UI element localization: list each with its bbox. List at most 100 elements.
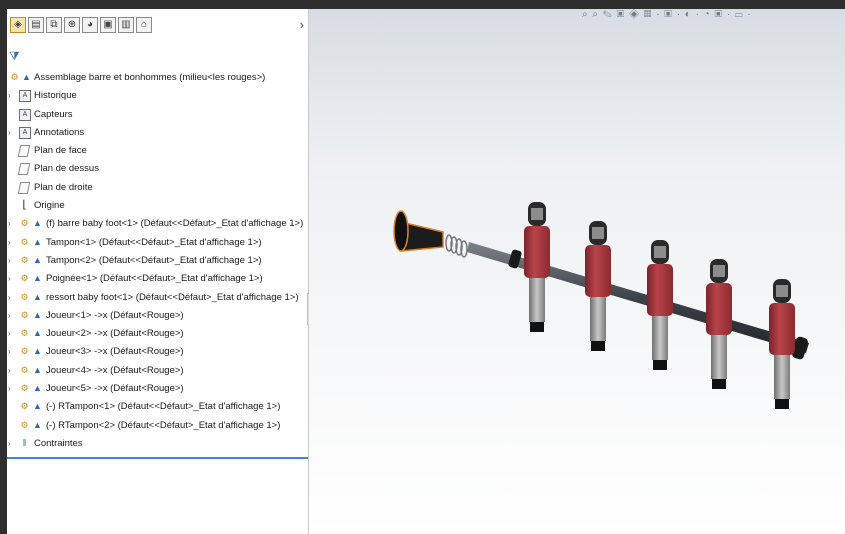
folder-icon: A xyxy=(19,127,31,139)
tree-item-label: Assemblage barre et bonhommes (milieu<le… xyxy=(34,69,265,87)
display-state-icon: ▲ xyxy=(32,237,43,248)
display-state-icon: ▲ xyxy=(32,292,43,303)
expand-chevron-icon[interactable]: › xyxy=(8,252,11,270)
tree-item[interactable]: ACapteurs xyxy=(7,106,308,124)
dimxpert-tab-icon[interactable]: ⊕ xyxy=(64,17,80,33)
expand-chevron-icon[interactable]: › xyxy=(8,234,11,252)
display-state-icon: ▲ xyxy=(32,383,43,394)
tree-item-label: Joueur<2> ->x (Défaut<Rouge>) xyxy=(46,325,184,343)
tree-item-label: Origine xyxy=(34,197,65,215)
folder-icon: A xyxy=(19,109,31,121)
part-icon: ⚙ xyxy=(19,401,30,412)
tree-item[interactable]: › ⚙▲Joueur<1> ->x (Défaut<Rouge>) xyxy=(7,307,308,325)
expand-chevron-icon[interactable]: › xyxy=(8,380,11,398)
title-strip xyxy=(7,0,845,9)
assembly-model[interactable] xyxy=(309,9,845,534)
expand-chevron-icon[interactable]: › xyxy=(8,362,11,380)
expand-chevron-icon[interactable]: › xyxy=(8,307,11,325)
display-state-icon: ▲ xyxy=(32,420,43,431)
tree-item[interactable]: › ⚙▲Tampon<1> (Défaut<<Défaut>_Etat d'aff… xyxy=(7,234,308,252)
tree-filter-icon[interactable]: ⧩ xyxy=(9,49,20,64)
part-icon: ⚙ xyxy=(19,292,30,303)
expand-chevron-icon[interactable]: › xyxy=(8,215,11,233)
configuration-manager-tab-icon[interactable]: ⧉ xyxy=(46,17,62,33)
display-state-icon: ▲ xyxy=(32,218,43,229)
expand-chevron-icon[interactable]: › xyxy=(8,124,11,142)
tree-item[interactable]: ›⚙▲Tampon<2> (Défaut<<Défaut>_Etat d'aff… xyxy=(7,252,308,270)
feature-manager-panel: ◈ ▤ ⧉ ⊕ ◕ ▣ ▥ ⌂ › ⧩ ⚙▲Assemblage barre e… xyxy=(7,9,309,534)
expand-chevron-icon[interactable]: › xyxy=(8,435,11,453)
tree-item[interactable]: › ⚙▲Joueur<3> ->x (Défaut<Rouge>) xyxy=(7,343,308,361)
tree-item[interactable]: Plan de dessus xyxy=(7,160,308,178)
origin-icon: ⌊ xyxy=(19,200,30,211)
part-icon: ⚙ xyxy=(19,365,30,376)
player-1[interactable] xyxy=(524,202,550,332)
tree-item[interactable]: ⚙▲Assemblage barre et bonhommes (milieu<… xyxy=(7,69,308,87)
tree-item[interactable]: ›⚙▲Joueur<2> ->x (Défaut<Rouge>) xyxy=(7,325,308,343)
mates-icon: ⫴ xyxy=(19,438,30,449)
tree-item-label: ressort baby foot<1> (Défaut<<Défaut>_Et… xyxy=(46,289,299,307)
handle-end-cap xyxy=(394,211,408,251)
tree-item-label: (-) RTampon<1> (Défaut<<Défaut>_Etat d'a… xyxy=(46,398,280,416)
tree-item[interactable]: ⌊ Origine xyxy=(7,197,308,215)
part-icon: ⚙ xyxy=(19,255,30,266)
expand-chevron-icon[interactable]: › xyxy=(8,343,11,361)
player-5[interactable] xyxy=(769,279,795,409)
part-icon: ⚙ xyxy=(19,420,30,431)
tree-item[interactable]: ›AHistorique xyxy=(7,87,308,105)
part-icon: ⚙ xyxy=(19,346,30,357)
tree-item-label: Poignée<1> (Défaut<<Défaut>_Etat d'affic… xyxy=(46,270,263,288)
tree-item-label: (-) RTampon<2> (Défaut<<Défaut>_Etat d'a… xyxy=(46,417,280,435)
display-state-icon: ▲ xyxy=(32,346,43,357)
tree-item[interactable]: › AAnnotations xyxy=(7,124,308,142)
tree-item-label: Contraintes xyxy=(34,435,83,453)
tree-item-label: Plan de droite xyxy=(34,179,93,197)
feature-tree: ⚙▲Assemblage barre et bonhommes (milieu<… xyxy=(7,69,308,453)
expand-chevron-icon[interactable]: › xyxy=(8,270,11,288)
part-icon: ⚙ xyxy=(19,237,30,248)
tree-item-label: Annotations xyxy=(34,124,84,142)
more-tabs-chevron-icon[interactable]: › xyxy=(300,17,304,32)
expand-chevron-icon[interactable]: › xyxy=(8,289,11,307)
part-icon: ⚙ xyxy=(19,273,30,284)
tree-item[interactable]: Plan de droite xyxy=(7,179,308,197)
window-left-border xyxy=(0,0,7,534)
tree-item[interactable]: › ⫴ Contraintes xyxy=(7,435,308,453)
tree-item-label: Historique xyxy=(34,87,77,105)
tree-item[interactable]: ⚙▲(-) RTampon<2> (Défaut<<Défaut>_Etat d… xyxy=(7,417,308,435)
part-icon: ⚙ xyxy=(19,383,30,394)
display-state-icon: ▲ xyxy=(32,310,43,321)
tree-item[interactable]: ›⚙▲Joueur<4> ->x (Défaut<Rouge>) xyxy=(7,362,308,380)
player-2[interactable] xyxy=(585,221,611,351)
part-icon: ⚙ xyxy=(19,310,30,321)
motion-tab-icon[interactable]: ▥ xyxy=(118,17,134,33)
tree-item-label: Joueur<5> ->x (Défaut<Rouge>) xyxy=(46,380,184,398)
display-state-icon: ▲ xyxy=(32,273,43,284)
feature-manager-tab-icon[interactable]: ◈ xyxy=(10,17,26,33)
tree-item-label: Joueur<1> ->x (Défaut<Rouge>) xyxy=(46,307,184,325)
tree-item[interactable]: ›⚙▲(f) barre baby foot<1> (Défaut<<Défau… xyxy=(7,215,308,233)
cam-tab-icon[interactable]: ▣ xyxy=(100,17,116,33)
player-4[interactable] xyxy=(706,259,732,389)
tree-item-label: Joueur<3> ->x (Défaut<Rouge>) xyxy=(46,343,184,361)
tree-item-label: Capteurs xyxy=(34,106,73,124)
panel-separator xyxy=(7,457,308,459)
tree-item[interactable]: › ⚙▲Poignée<1> (Défaut<<Défaut>_Etat d'af… xyxy=(7,270,308,288)
tree-item-label: (f) barre baby foot<1> (Défaut<<Défaut>_… xyxy=(46,215,303,233)
expand-chevron-icon[interactable]: › xyxy=(8,87,11,105)
tree-item[interactable]: › ⚙▲Joueur<5> ->x (Défaut<Rouge>) xyxy=(7,380,308,398)
display-state-icon: ▲ xyxy=(21,72,32,83)
filter-tab-icon[interactable]: ⌂ xyxy=(136,17,152,33)
display-state-icon: ▲ xyxy=(32,365,43,376)
tree-item[interactable]: ⚙▲(-) RTampon<1> (Défaut<<Défaut>_Etat d… xyxy=(7,398,308,416)
tree-item-label: Plan de face xyxy=(34,142,87,160)
tree-item[interactable]: › ⚙▲ressort baby foot<1> (Défaut<<Défaut>… xyxy=(7,289,308,307)
assembly-icon: ⚙ xyxy=(9,72,20,83)
player-3[interactable] xyxy=(647,240,673,370)
tree-item-label: Tampon<1> (Défaut<<Défaut>_Etat d'affich… xyxy=(46,234,262,252)
spring xyxy=(446,235,467,257)
display-manager-tab-icon[interactable]: ◕ xyxy=(82,17,98,33)
tree-item[interactable]: Plan de face xyxy=(7,142,308,160)
property-manager-tab-icon[interactable]: ▤ xyxy=(28,17,44,33)
expand-chevron-icon[interactable]: › xyxy=(8,325,11,343)
